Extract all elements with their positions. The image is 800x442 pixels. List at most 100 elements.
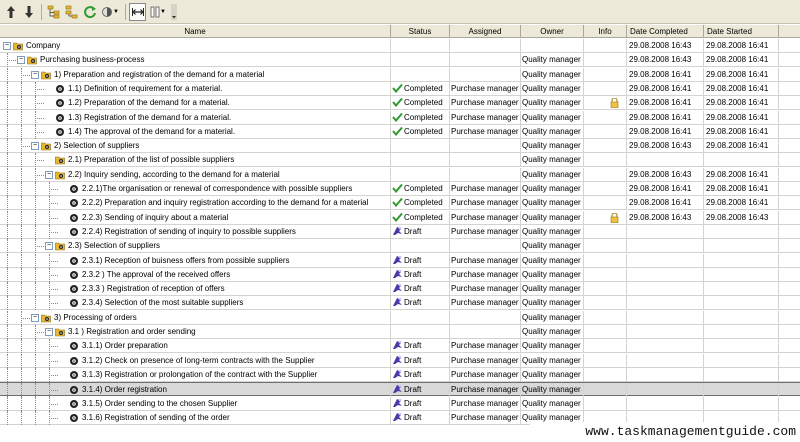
owner-cell[interactable]: Quality manager [521, 267, 584, 282]
table-row[interactable]: 2.3.2 ) The approval of the received off… [0, 267, 800, 282]
table-row[interactable]: 2.3.3 ) Registration of reception of off… [0, 282, 800, 297]
owner-cell[interactable]: Quality manager [521, 139, 584, 154]
owner-cell[interactable]: Quality manager [521, 53, 584, 68]
info-cell[interactable] [584, 339, 627, 354]
owner-cell[interactable]: Quality manager [521, 167, 584, 182]
date-completed-cell[interactable]: 29.08.2008 16:41 [627, 196, 704, 211]
info-cell[interactable] [584, 367, 627, 382]
more-icon[interactable] [170, 3, 178, 21]
name-cell[interactable]: − 2.2) Inquiry sending, according to the … [0, 167, 391, 182]
owner-cell[interactable]: Quality manager [521, 67, 584, 82]
date-completed-cell[interactable] [627, 310, 704, 325]
name-cell[interactable]: 2.3.3 ) Registration of reception of off… [0, 282, 391, 297]
owner-cell[interactable]: Quality manager [521, 124, 584, 139]
date-started-cell[interactable]: 29.08.2008 16:41 [704, 67, 779, 82]
status-cell[interactable] [391, 325, 450, 339]
assigned-cell[interactable]: Purchase manager [450, 210, 521, 225]
date-completed-cell[interactable]: 29.08.2008 16:41 [627, 81, 704, 96]
name-cell[interactable]: − 3.1 ) Registration and order sending [0, 325, 391, 339]
table-row[interactable]: − 2.2) Inquiry sending, according to the … [0, 167, 800, 182]
name-cell[interactable]: − Company [0, 39, 391, 53]
collapse-toggle-icon[interactable]: − [45, 242, 53, 251]
name-cell[interactable]: 2.3.4) Selection of the most suitable su… [0, 296, 391, 311]
status-cell[interactable] [391, 167, 450, 182]
date-started-cell[interactable]: 29.08.2008 16:41 [704, 96, 779, 111]
name-cell[interactable]: 1.1) Definition of requirement for a mat… [0, 81, 391, 96]
status-cell[interactable]: Draft [391, 296, 450, 311]
assigned-cell[interactable]: Purchase manager [450, 124, 521, 139]
date-completed-cell[interactable]: 29.08.2008 16:43 [627, 167, 704, 182]
status-cell[interactable]: Draft [391, 224, 450, 239]
info-cell[interactable] [584, 53, 627, 68]
collapse-toggle-icon[interactable]: − [45, 328, 53, 336]
owner-cell[interactable]: Quality manager [521, 81, 584, 96]
table-row[interactable]: − Company 29.08.2008 16:43 29.08.2008 16:41 [0, 39, 800, 53]
name-cell[interactable]: 3.1.1) Order preparation [0, 339, 391, 354]
assigned-cell[interactable] [450, 167, 521, 182]
owner-cell[interactable]: Quality manager [521, 182, 584, 196]
assigned-cell[interactable]: Purchase manager [450, 253, 521, 268]
date-started-cell[interactable] [704, 224, 779, 239]
info-cell[interactable] [584, 67, 627, 82]
status-cell[interactable]: Draft [391, 267, 450, 282]
date-completed-cell[interactable]: 29.08.2008 16:43 [627, 210, 704, 225]
table-row[interactable]: 3.1.3) Registration or prolongation of t… [0, 367, 800, 382]
collapse-toggle-icon[interactable]: − [17, 56, 25, 65]
info-cell[interactable] [584, 296, 627, 311]
assigned-cell[interactable]: Purchase manager [450, 224, 521, 239]
info-cell[interactable] [584, 182, 627, 196]
date-started-cell[interactable] [704, 367, 779, 382]
table-row[interactable]: 3.1.2) Check on presence of long-term co… [0, 353, 800, 368]
date-completed-cell[interactable] [627, 253, 704, 268]
assigned-cell[interactable]: Purchase manager [450, 410, 521, 425]
assigned-cell[interactable]: Purchase manager [450, 196, 521, 211]
info-cell[interactable] [584, 396, 627, 411]
info-cell[interactable] [584, 39, 627, 53]
owner-cell[interactable]: Quality manager [521, 325, 584, 339]
date-started-cell[interactable]: 29.08.2008 16:41 [704, 182, 779, 196]
table-row[interactable]: 1.2) Preparation of the demand for a mat… [0, 96, 800, 111]
table-row[interactable]: 1.3) Registration of the demand for a ma… [0, 110, 800, 125]
name-cell[interactable]: 3.1.4) Order registration [0, 383, 391, 398]
table-row[interactable]: − 2) Selection of suppliers Quality manage… [0, 139, 800, 154]
date-started-cell[interactable] [704, 396, 779, 411]
owner-cell[interactable]: Quality manager [521, 396, 584, 411]
table-row[interactable]: 3.1.1) Order preparation Draft Purchase ma… [0, 339, 800, 354]
table-row[interactable]: − 2.3) Selection of suppliers Quality mana… [0, 239, 800, 254]
date-completed-cell[interactable]: 29.08.2008 16:43 [627, 53, 704, 68]
name-cell[interactable]: 3.1.2) Check on presence of long-term co… [0, 353, 391, 368]
table-row[interactable]: 2.1) Preparation of the list of possible… [0, 153, 800, 168]
status-cell[interactable]: Completed [391, 110, 450, 125]
assigned-cell[interactable] [450, 53, 521, 68]
info-cell[interactable] [584, 153, 627, 168]
owner-cell[interactable]: Quality manager [521, 367, 584, 382]
name-cell[interactable]: 3.1.6) Registration of sending of the or… [0, 410, 391, 425]
column-header-name[interactable]: Name [0, 25, 391, 38]
date-started-cell[interactable]: 29.08.2008 16:41 [704, 53, 779, 68]
date-completed-cell[interactable] [627, 325, 704, 339]
collapse-toggle-icon[interactable]: − [45, 170, 53, 179]
name-cell[interactable]: − 1) Preparation and registration of the … [0, 67, 391, 82]
status-cell[interactable] [391, 153, 450, 168]
column-header-status[interactable]: Status [391, 25, 450, 38]
owner-cell[interactable]: Quality manager [521, 224, 584, 239]
column-header-assigned[interactable]: Assigned [450, 25, 521, 38]
move-down-icon[interactable] [20, 3, 37, 21]
date-started-cell[interactable] [704, 239, 779, 254]
info-cell[interactable] [584, 239, 627, 254]
date-completed-cell[interactable]: 29.08.2008 16:41 [627, 110, 704, 125]
status-cell[interactable]: Draft [391, 282, 450, 297]
info-cell[interactable] [584, 81, 627, 96]
owner-cell[interactable]: Quality manager [521, 239, 584, 254]
name-cell[interactable]: 2.2.1)The organisation or renewal of cor… [0, 182, 391, 196]
column-header-owner[interactable]: Owner [521, 25, 584, 38]
assigned-cell[interactable] [450, 153, 521, 168]
date-started-cell[interactable]: 29.08.2008 16:41 [704, 196, 779, 211]
date-completed-cell[interactable]: 29.08.2008 16:41 [627, 96, 704, 111]
assigned-cell[interactable] [450, 67, 521, 82]
table-row[interactable]: 3.1.5) Order sending to the chosen Suppl… [0, 396, 800, 411]
name-cell[interactable]: 2.3.1) Reception of buisness offers from… [0, 253, 391, 268]
assigned-cell[interactable]: Purchase manager [450, 81, 521, 96]
info-cell[interactable] [584, 96, 627, 111]
name-cell[interactable]: 1.2) Preparation of the demand for a mat… [0, 96, 391, 111]
